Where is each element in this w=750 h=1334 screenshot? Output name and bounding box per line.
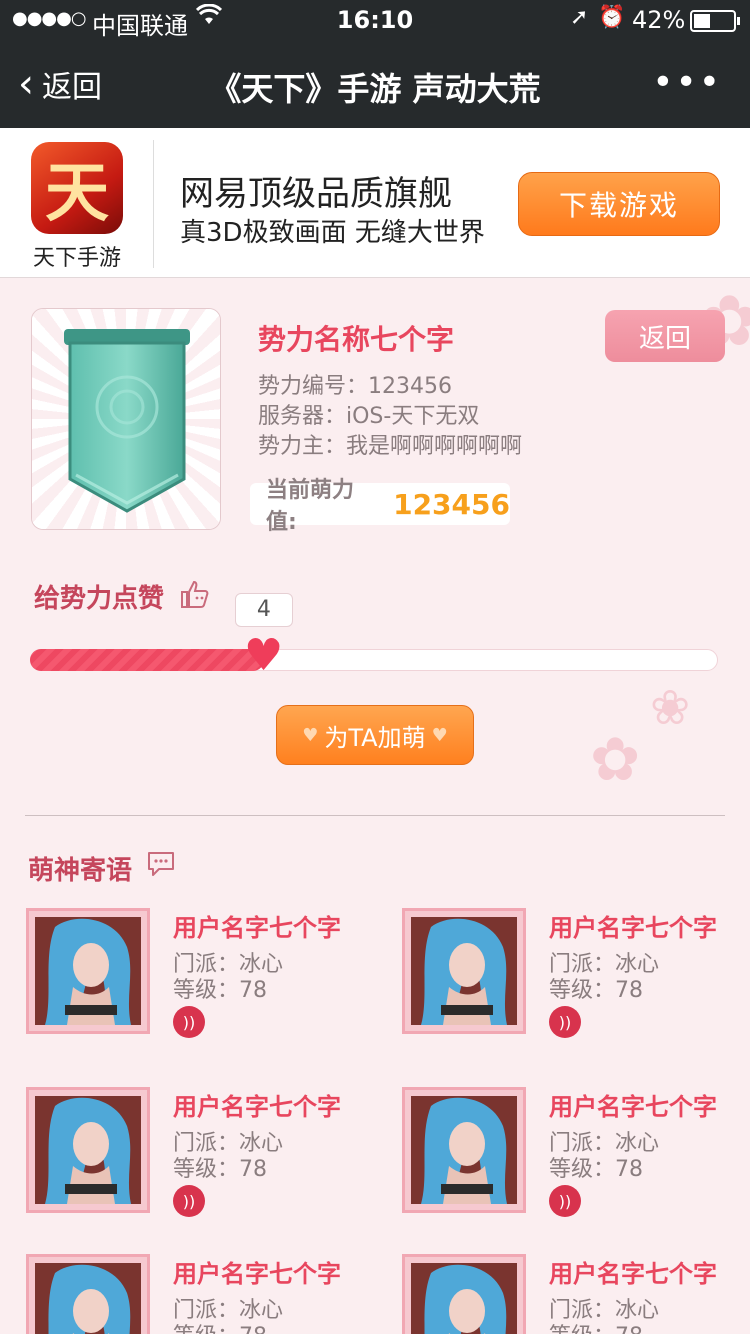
avatar-image <box>35 917 141 1025</box>
faction-owner: 势力主：我是啊啊啊啊啊啊 <box>258 434 523 459</box>
battery-icon <box>690 10 740 32</box>
avatar[interactable] <box>402 908 526 1034</box>
like-slider-fill <box>30 649 264 671</box>
avatar[interactable] <box>402 1254 526 1334</box>
voice-play-icon[interactable]: )) <box>549 1185 581 1217</box>
user-name: 用户名字七个字 <box>173 1260 341 1288</box>
user-level: 等级：78 <box>549 1318 643 1334</box>
boost-button[interactable]: ♥ 为TA加萌 ♥ <box>276 705 474 765</box>
chat-bubble-icon <box>148 852 174 876</box>
user-level: 等级：78 <box>173 1157 267 1182</box>
user-card[interactable]: 用户名字七个字门派：冰心等级：78)) <box>26 1087 366 1217</box>
faction-name: 势力名称七个字 <box>258 323 455 356</box>
cute-power-value: 123456 <box>393 487 510 521</box>
app-name: 天下手游 <box>32 246 121 271</box>
user-card[interactable]: 用户名字七个字门派：冰心等级：78)) <box>26 908 366 1038</box>
location-icon: ➚ <box>570 5 589 30</box>
user-level: 等级：78 <box>173 978 267 1003</box>
thumbs-up-icon <box>181 580 209 608</box>
user-level: 等级：78 <box>173 1318 267 1334</box>
promo-headline: 网易顶级品质旗舰 <box>180 174 452 214</box>
faction-id: 势力编号：123456 <box>258 374 452 399</box>
download-banner: 天 天下手游 网易顶级品质旗舰 真3D极致画面 无缝大世界 下载游戏 <box>0 128 750 278</box>
heart-icon: ♥ <box>431 724 448 746</box>
alarm-icon: ⏰ <box>598 5 626 30</box>
user-name: 用户名字七个字 <box>549 914 717 942</box>
top-bar: ●●●●○ 中国联通 16:10 ➚ ⏰ 42% ‹ 返回 《天下》手游 声动大… <box>0 0 750 128</box>
user-name: 用户名字七个字 <box>549 1260 717 1288</box>
status-bar: ●●●●○ 中国联通 16:10 ➚ ⏰ 42% <box>0 0 750 40</box>
user-card[interactable]: 用户名字七个字门派：冰心等级：78)) <box>26 1254 366 1334</box>
avatar-image <box>411 1263 517 1334</box>
slider-heart-handle[interactable]: ♥ <box>244 634 283 678</box>
voice-play-icon[interactable]: )) <box>173 1185 205 1217</box>
avatar[interactable] <box>402 1087 526 1213</box>
heart-icon: ♥ <box>302 724 319 746</box>
user-name: 用户名字七个字 <box>549 1093 717 1121</box>
avatar[interactable] <box>26 908 150 1034</box>
boost-label: 为TA加萌 <box>324 723 426 752</box>
voice-play-icon[interactable]: )) <box>549 1006 581 1038</box>
user-card[interactable]: 用户名字七个字门派：冰心等级：78)) <box>402 1087 742 1217</box>
voice-play-icon[interactable]: )) <box>173 1006 205 1038</box>
battery-percent: 42% <box>632 6 686 34</box>
banner-flag-icon <box>64 329 190 513</box>
return-button[interactable]: 返回 <box>605 310 725 362</box>
page-title: 《天下》手游 声动大荒 <box>209 70 541 108</box>
faction-emblem <box>31 308 221 530</box>
faction-server: 服务器：iOS-天下无双 <box>258 404 480 429</box>
user-card[interactable]: 用户名字七个字门派：冰心等级：78)) <box>402 1254 742 1334</box>
avatar-image <box>35 1263 141 1334</box>
app-logo: 天 <box>31 142 123 234</box>
avatar-image <box>411 917 517 1025</box>
user-card[interactable]: 用户名字七个字门派：冰心等级：78)) <box>402 908 742 1038</box>
petal-decoration: ❀ <box>650 680 691 736</box>
section-divider <box>25 815 725 816</box>
petal-decoration: ✿ <box>590 725 641 795</box>
like-section-title: 给势力点赞 <box>34 584 165 614</box>
cute-power-label: 当前萌力值: <box>266 478 355 535</box>
cute-power-box: 当前萌力值: 123456 <box>250 478 510 535</box>
slider-value-tooltip: 4 <box>234 593 293 627</box>
avatar[interactable] <box>26 1254 150 1334</box>
user-level: 等级：78 <box>549 978 643 1003</box>
promo-subline: 真3D极致画面 无缝大世界 <box>180 218 485 248</box>
user-name: 用户名字七个字 <box>173 914 341 942</box>
download-game-button[interactable]: 下载游戏 <box>518 172 720 236</box>
user-level: 等级：78 <box>549 1157 643 1182</box>
more-options-button[interactable]: ••• <box>652 62 722 103</box>
avatar-image <box>35 1096 141 1204</box>
avatar-image <box>411 1096 517 1204</box>
user-name: 用户名字七个字 <box>173 1093 341 1121</box>
messages-title: 萌神寄语 <box>28 856 133 886</box>
divider <box>153 140 154 268</box>
avatar[interactable] <box>26 1087 150 1213</box>
